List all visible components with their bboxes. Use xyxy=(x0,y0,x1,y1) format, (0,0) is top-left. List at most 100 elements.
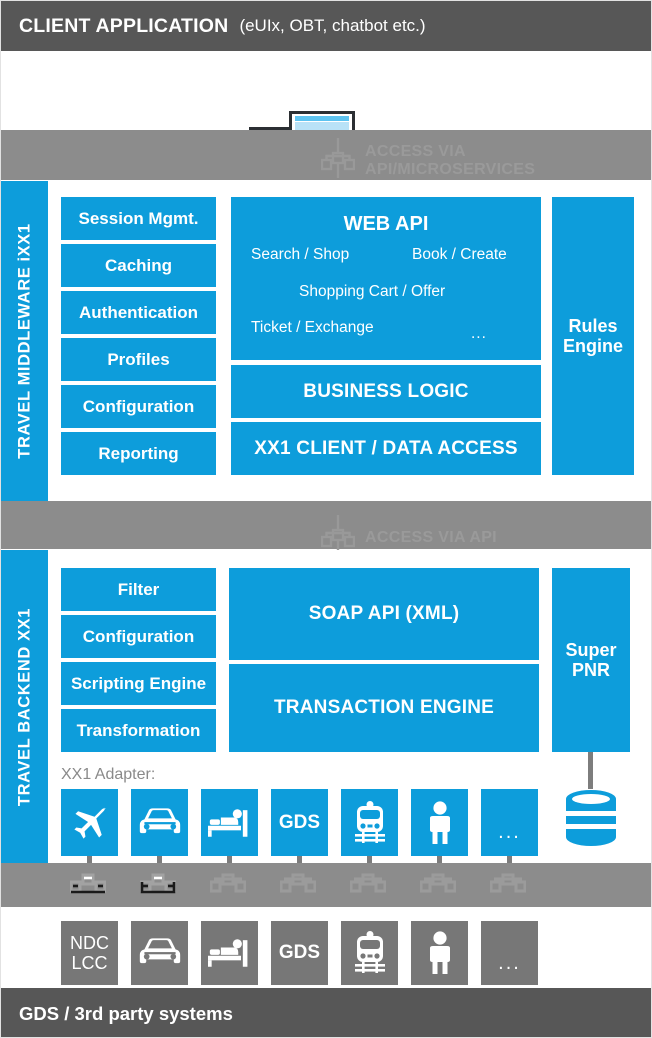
data-access-box[interactable]: XX1 CLIENT / DATA ACCESS xyxy=(231,422,541,475)
adapter-gds-label: GDS xyxy=(278,811,321,833)
module-configuration[interactable]: Configuration xyxy=(61,385,216,428)
module-caching[interactable]: Caching xyxy=(61,244,216,287)
travel-middleware-layer: TRAVEL MIDDLEWARE iXX1 Session Mgmt. Cac… xyxy=(1,181,651,501)
adapter-person[interactable] xyxy=(411,789,468,856)
system-gds-label: GDS xyxy=(278,942,321,963)
access-band-adapters xyxy=(1,863,651,907)
module-authentication[interactable]: Authentication xyxy=(61,291,216,334)
bed-icon xyxy=(207,806,252,840)
system-more-label: ... xyxy=(498,952,521,974)
super-pnr-db-connector xyxy=(588,752,593,789)
middleware-side-label-text: TRAVEL MIDDLEWARE iXX1 xyxy=(15,223,33,459)
band-watermark-text: ACCESS VIA API/MICROSERVICES xyxy=(365,143,535,179)
web-api-op-ticket: Ticket / Exchange xyxy=(251,319,374,336)
footer-title: GDS / 3rd party systems xyxy=(19,1002,233,1024)
module-label: Filter xyxy=(117,579,160,599)
system-person[interactable] xyxy=(411,921,468,985)
adapter-more-label: ... xyxy=(498,821,521,843)
module-scripting-engine[interactable]: Scripting Engine xyxy=(61,662,216,705)
module-label: Configuration xyxy=(82,396,195,416)
microservices-icon xyxy=(69,870,107,905)
business-logic-box[interactable]: BUSINESS LOGIC xyxy=(231,365,541,418)
adapter-more[interactable]: ... xyxy=(481,789,538,856)
backend-side-label-text: TRAVEL BACKEND XX1 xyxy=(15,607,33,806)
train-icon xyxy=(352,931,388,975)
microservices-icon xyxy=(320,138,356,183)
middleware-side-label: TRAVEL MIDDLEWARE iXX1 xyxy=(1,181,48,501)
module-configuration-be[interactable]: Configuration xyxy=(61,615,216,658)
access-band-api: ACCESS VIA API xyxy=(1,501,651,555)
adapter-airplane[interactable] xyxy=(61,789,118,856)
super-pnr-box[interactable]: Super PNR xyxy=(552,568,630,752)
microservices-icon xyxy=(419,870,457,905)
module-label: Reporting xyxy=(98,443,179,463)
third-party-footer: GDS / 3rd party systems xyxy=(1,988,651,1037)
web-api-op-more: ... xyxy=(471,325,487,342)
adapter-car[interactable] xyxy=(131,789,188,856)
car-icon xyxy=(138,806,182,840)
system-rail[interactable] xyxy=(341,921,398,985)
rules-engine-box[interactable]: Rules Engine xyxy=(552,197,634,475)
super-pnr-line1: Super xyxy=(565,639,617,660)
car-icon xyxy=(138,936,182,970)
adapter-hotel[interactable] xyxy=(201,789,258,856)
module-transformation[interactable]: Transformation xyxy=(61,709,216,752)
airplane-icon xyxy=(69,802,111,844)
person-icon xyxy=(427,800,453,845)
database-cylinder-icon xyxy=(564,789,618,852)
web-api-op-search: Search / Shop xyxy=(251,246,350,263)
system-lcc-label: LCC xyxy=(71,953,108,973)
transaction-engine-box[interactable]: TRANSACTION ENGINE xyxy=(229,664,539,752)
soap-api-label: SOAP API (XML) xyxy=(308,603,460,624)
super-pnr-line2: PNR xyxy=(571,660,610,680)
client-devices-row xyxy=(1,51,651,171)
rules-engine-line2: Engine xyxy=(562,336,623,356)
microservices-icon xyxy=(139,870,177,905)
client-application-header: CLIENT APPLICATION (eUIx, OBT, chatbot e… xyxy=(1,1,651,51)
access-band-microservices: ACCESS VIA API/MICROSERVICES xyxy=(1,130,651,183)
microservices-icon xyxy=(349,870,387,905)
module-label: Configuration xyxy=(82,626,195,646)
web-api-op-cart: Shopping Cart / Offer xyxy=(299,283,446,300)
system-ndc-lcc[interactable]: NDC LCC xyxy=(61,921,118,985)
business-logic-label: BUSINESS LOGIC xyxy=(303,380,469,402)
web-api-box[interactable]: WEB API Search / Shop Book / Create Shop… xyxy=(231,197,541,360)
rules-engine-line1: Rules xyxy=(568,315,618,336)
page-subtitle: (eUIx, OBT, chatbot etc.) xyxy=(239,16,426,35)
system-more[interactable]: ... xyxy=(481,921,538,985)
adapter-gds[interactable]: GDS xyxy=(271,789,328,856)
microservices-icon xyxy=(209,870,247,905)
module-label: Transformation xyxy=(76,720,201,740)
module-label: Scripting Engine xyxy=(70,673,207,693)
system-car[interactable] xyxy=(131,921,188,985)
adapter-rail[interactable] xyxy=(341,789,398,856)
band-watermark-text: ACCESS VIA API xyxy=(365,528,497,546)
module-label: Profiles xyxy=(107,349,170,369)
transaction-engine-label: TRANSACTION ENGINE xyxy=(274,697,494,718)
third-party-row: NDC LCC GDS ... xyxy=(1,907,651,988)
band-watermark-line2: API/MICROSERVICES xyxy=(365,160,536,178)
module-reporting[interactable]: Reporting xyxy=(61,432,216,475)
page-title: CLIENT APPLICATION xyxy=(19,14,229,37)
band-watermark: ACCESS VIA API/MICROSERVICES xyxy=(320,138,535,183)
system-gds[interactable]: GDS xyxy=(271,921,328,985)
web-api-title: WEB API xyxy=(343,213,429,235)
module-profiles[interactable]: Profiles xyxy=(61,338,216,381)
person-icon xyxy=(427,931,453,975)
module-label: Caching xyxy=(104,255,173,275)
backend-side-label: TRAVEL BACKEND XX1 xyxy=(1,550,48,863)
band-watermark-line1: ACCESS VIA xyxy=(365,142,466,160)
train-icon xyxy=(352,800,388,845)
system-hotel[interactable] xyxy=(201,921,258,985)
module-label: Session Mgmt. xyxy=(78,208,199,228)
web-api-op-book: Book / Create xyxy=(412,246,507,263)
soap-api-box[interactable]: SOAP API (XML) xyxy=(229,568,539,660)
adapter-caption: XX1 Adapter: xyxy=(61,766,156,783)
microservices-icon xyxy=(489,870,527,905)
system-ndc-label: NDC xyxy=(70,932,109,953)
architecture-diagram: CLIENT APPLICATION (eUIx, OBT, chatbot e… xyxy=(0,0,652,1038)
module-filter[interactable]: Filter xyxy=(61,568,216,611)
module-session-mgmt[interactable]: Session Mgmt. xyxy=(61,197,216,240)
bed-icon xyxy=(207,936,252,970)
microservices-icon xyxy=(279,870,317,905)
